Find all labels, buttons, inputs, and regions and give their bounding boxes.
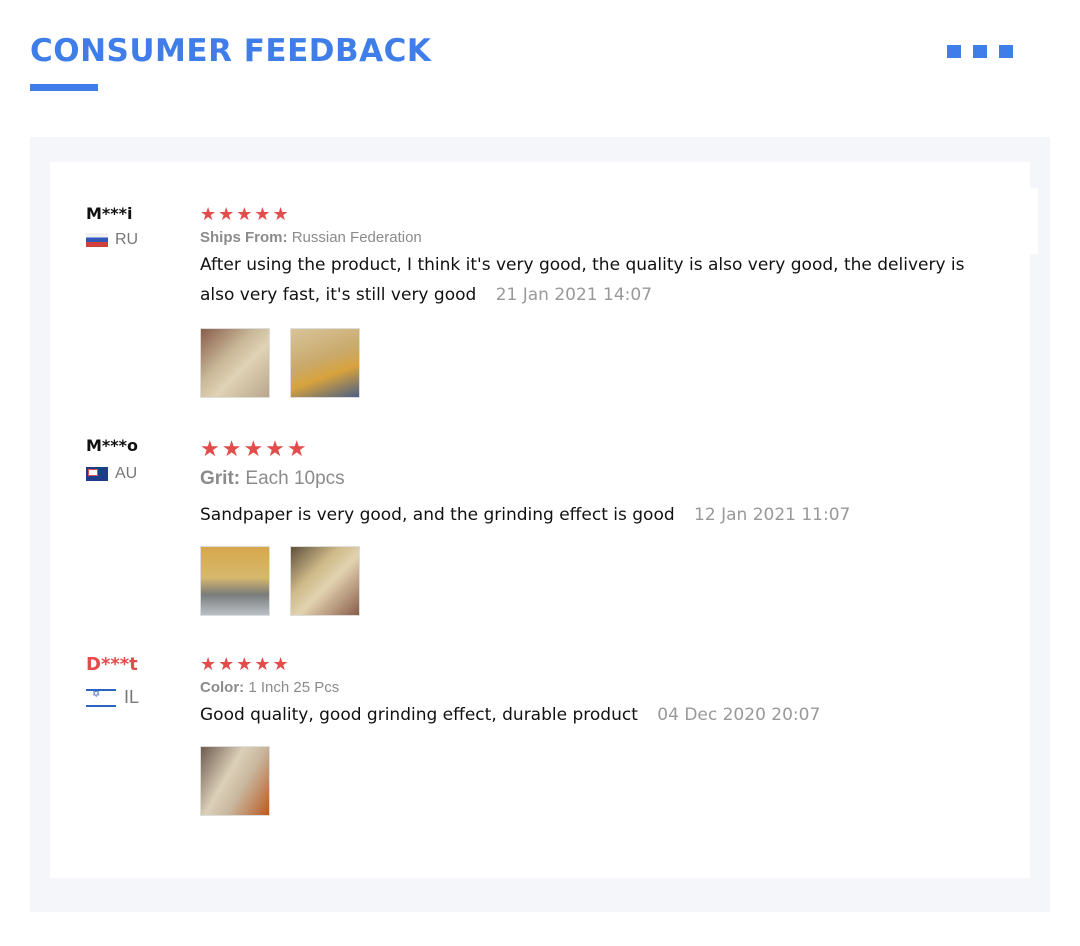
review-photo[interactable] (200, 746, 270, 816)
user-country: AU (86, 465, 206, 483)
review-text: Good quality, good grinding effect, dura… (200, 700, 1000, 730)
star-rating: ★★★★★ (200, 654, 291, 674)
israel-flag-icon (86, 688, 116, 707)
user-name: D***t (86, 654, 138, 675)
review-text: Sandpaper is very good, and the grinding… (200, 500, 1000, 530)
user-country: IL (86, 687, 206, 708)
feedback-card: M***i RU ★★★★★ Ships From: Russian Feder… (50, 162, 1030, 878)
square-dot (973, 45, 987, 58)
review-photo[interactable] (200, 546, 270, 616)
russia-flag-icon (86, 233, 108, 247)
user-name: M***o (86, 436, 139, 455)
country-code: AU (115, 465, 138, 482)
review-photo[interactable] (200, 328, 270, 398)
review-date: 21 Jan 2021 14:07 (495, 285, 653, 305)
meta-label: Grit: (200, 468, 241, 489)
country-code: RU (115, 231, 139, 248)
three-squares-icon[interactable] (947, 45, 1013, 58)
meta-value: 1 Inch 25 Pcs (248, 679, 340, 696)
review-meta: Color: 1 Inch 25 Pcs (200, 679, 1000, 696)
review-meta: Ships From: Russian Federation (200, 229, 1000, 246)
review-content: ★★★★★ Color: 1 Inch 25 Pcs Good quality,… (200, 654, 1000, 816)
user-country: RU (86, 231, 206, 249)
square-dot (947, 45, 961, 58)
star-rating: ★★★★★ (200, 436, 309, 461)
review-user: M***o AU (86, 436, 206, 483)
meta-label: Color: (200, 679, 245, 696)
country-code: IL (124, 687, 140, 707)
star-rating: ★★★★★ (200, 204, 291, 224)
review-photo[interactable] (290, 546, 360, 616)
page-title: CONSUMER FEEDBACK (30, 33, 432, 69)
review-user: M***i RU (86, 204, 206, 249)
review-photos (200, 546, 1000, 616)
review-body: Sandpaper is very good, and the grinding… (200, 505, 675, 525)
meta-value: Russian Federation (291, 229, 422, 246)
review-user: D***t IL (86, 654, 206, 708)
review-content: ★★★★★ Ships From: Russian Federation Aft… (200, 204, 1000, 398)
review-photos (200, 746, 1000, 816)
review-meta: Grit: Each 10pcs (200, 468, 1000, 490)
review-photos (200, 328, 1000, 398)
review-date: 12 Jan 2021 11:07 (694, 505, 851, 525)
review-body: Good quality, good grinding effect, dura… (200, 705, 638, 725)
square-dot (999, 45, 1013, 58)
card-edge (1030, 188, 1038, 254)
user-name: M***i (86, 204, 133, 223)
review-date: 04 Dec 2020 20:07 (657, 705, 821, 725)
review-content: ★★★★★ Grit: Each 10pcs Sandpaper is very… (200, 436, 1000, 616)
title-underline (30, 84, 98, 91)
meta-label: Ships From: (200, 229, 288, 246)
meta-value: Each 10pcs (245, 468, 345, 489)
review-photo[interactable] (290, 328, 360, 398)
australia-flag-icon (86, 467, 108, 481)
review-text: After using the product, I think it's ve… (200, 250, 1000, 310)
